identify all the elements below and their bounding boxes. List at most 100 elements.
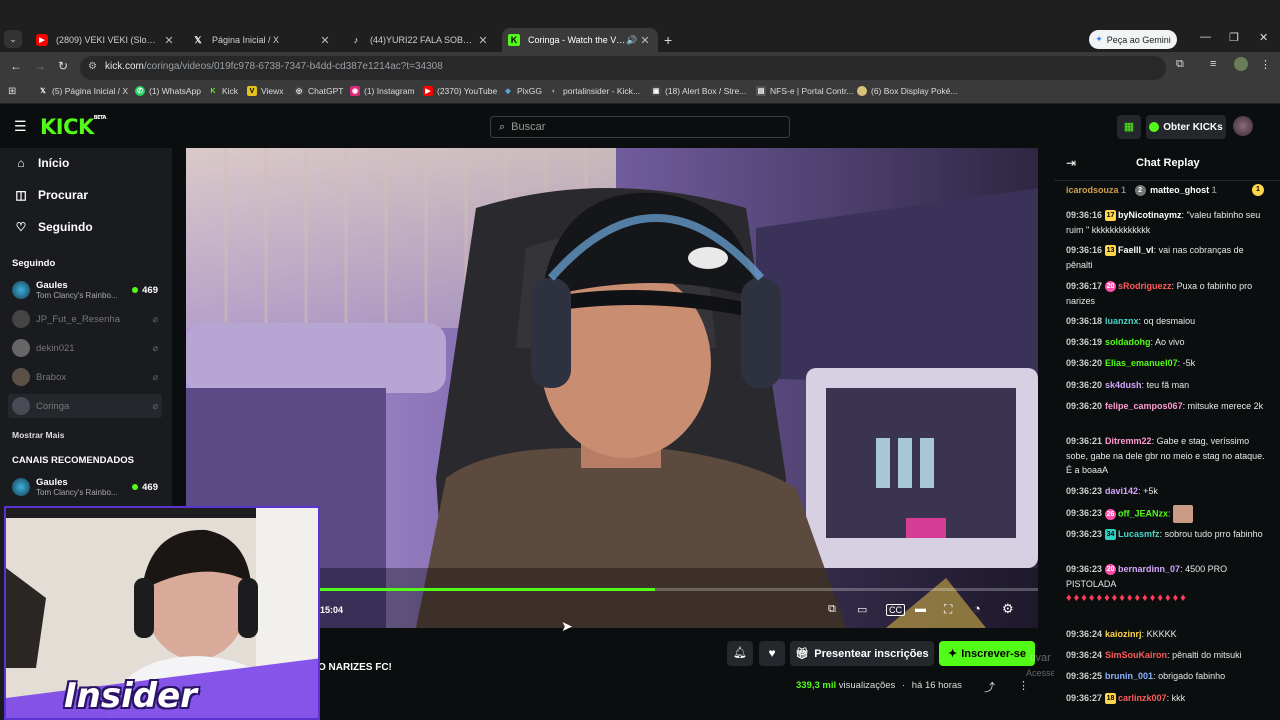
speaker-icon[interactable]: 🔊 xyxy=(626,35,638,46)
bookmark-kick[interactable]: K Kick xyxy=(208,86,238,96)
tab-x-home[interactable]: 𝕏 Página Inicial / X ✕ xyxy=(186,28,338,52)
chat-username[interactable]: luanznx xyxy=(1105,316,1139,326)
recommended-channel-gaules[interactable]: Gaules Tom Clancy's Rainbo... 469 xyxy=(12,475,162,499)
chat-username[interactable]: bernardinn_07 xyxy=(1118,564,1180,574)
chat-username[interactable]: sRodriguezz xyxy=(1118,281,1172,291)
chat-username[interactable]: kaiozinrj xyxy=(1105,629,1142,639)
tab-close-icon[interactable]: ✕ xyxy=(162,34,176,47)
minimize-button[interactable]: — xyxy=(1200,31,1211,43)
forward-icon[interactable]: → xyxy=(34,59,46,73)
kick-logo[interactable]: KICKBETA xyxy=(40,115,106,139)
home-icon: ⌂ xyxy=(17,156,25,170)
offline-icon: ⌀ xyxy=(152,342,158,353)
maximize-button[interactable]: ❐ xyxy=(1229,31,1239,44)
tab-kick-coringa[interactable]: K Coringa - Watch the VOD o 🔊 ✕ xyxy=(502,28,658,52)
gift-subs-button[interactable]: 🎁︎ Presentear inscrições xyxy=(790,641,934,666)
captions-icon[interactable]: CC xyxy=(886,604,905,616)
chat-text: -5k xyxy=(1182,358,1196,368)
url-text[interactable]: kick.com/coringa/videos/019fc978-6738-73… xyxy=(105,61,443,72)
tab-tiktok[interactable]: ♪ (44)YURI22 FALA SOBRE MURIL ✕ xyxy=(344,28,496,52)
channel-name: Brabox xyxy=(36,371,67,383)
tab-close-icon[interactable]: ✕ xyxy=(476,34,490,47)
chat-text: sobrou tudo prro fabinho xyxy=(1164,529,1263,539)
chat-title: Chat Replay xyxy=(1136,157,1200,169)
chat-username[interactable]: felipe_campos067 xyxy=(1105,401,1183,411)
following-channel-gaules[interactable]: Gaules Tom Clancy's Rainbo... 469 xyxy=(12,278,162,302)
live-viewers: 469 xyxy=(132,482,158,493)
chat-username[interactable]: SimSouKairon xyxy=(1105,650,1167,660)
tab-youtube[interactable]: ▶ (2809) VEKI VEKI (Slowed) - You ✕ xyxy=(30,28,182,52)
subscribe-button[interactable]: ✦ Inscrever-se xyxy=(939,641,1035,666)
bookmark-nfse[interactable]: ▤ NFS-e | Portal Contr... xyxy=(756,86,853,96)
clip-icon[interactable]: ▭ xyxy=(857,603,867,616)
site-info-icon[interactable]: ⚙ xyxy=(88,61,97,72)
chat-username[interactable]: davi142 xyxy=(1105,486,1138,496)
chat-username[interactable]: Faelll_vl xyxy=(1118,245,1154,255)
following-channel-coringa[interactable]: Coringa ⌀ xyxy=(8,394,162,418)
pip-icon[interactable]: ⧉ xyxy=(828,603,836,616)
apps-grid-icon[interactable]: ⊞ xyxy=(8,86,16,97)
hamburger-menu-icon[interactable]: ☰ xyxy=(14,118,27,135)
bookmark-x[interactable]: 𝕏 (5) Página Inicial / X xyxy=(38,86,128,96)
search-input[interactable]: ⌕ Buscar xyxy=(490,116,790,138)
nav-browse[interactable]: ◫ Procurar xyxy=(14,188,88,202)
bookmark-chatgpt[interactable]: ◎ ChatGPT xyxy=(294,86,343,96)
chat-username[interactable]: brunin_001 xyxy=(1105,671,1153,681)
following-channel-jp-fut[interactable]: JP_Fut_e_Resenha ⌀ xyxy=(12,307,162,331)
nav-home[interactable]: ⌂ Início xyxy=(14,156,69,170)
menu-kebab-icon[interactable]: ⋮ xyxy=(1260,58,1271,71)
following-channel-dekin[interactable]: dekin021 ⌀ xyxy=(12,336,162,360)
bookmark-instagram[interactable]: ◉ (1) Instagram xyxy=(350,86,415,96)
bookmark-whatsapp[interactable]: ✆ (1) WhatsApp xyxy=(135,86,201,96)
reading-list-icon[interactable]: ≡ xyxy=(1210,58,1216,70)
collapse-chat-icon[interactable]: ⇥ xyxy=(1066,156,1076,170)
follow-heart-button[interactable]: ♥ xyxy=(759,641,785,666)
theater-mode-icon[interactable]: ▬ xyxy=(915,603,926,615)
following-channel-brabox[interactable]: Brabox ⌀ xyxy=(12,365,162,389)
notification-bell-button[interactable]: 🔔︎ xyxy=(727,641,753,666)
gemini-button[interactable]: ✦ Peça ao Gemini xyxy=(1089,30,1177,49)
chat-username[interactable]: sk4dush xyxy=(1105,380,1142,390)
new-tab-button[interactable]: + xyxy=(664,32,672,48)
chat-username[interactable]: off_JEANzx xyxy=(1118,508,1168,518)
webcam-overlay: Insider xyxy=(4,506,320,720)
chat-text: +5k xyxy=(1143,486,1158,496)
chat-username[interactable]: carlinzk007 xyxy=(1118,693,1167,703)
channel-name: JP_Fut_e_Resenha xyxy=(36,313,120,325)
chat-username[interactable]: Ditremm22 xyxy=(1105,436,1152,446)
tab-search-button[interactable]: ⌄ xyxy=(4,30,22,48)
user-avatar[interactable] xyxy=(1233,116,1253,136)
bookmark-pixgg[interactable]: ◆ PixGG xyxy=(503,86,542,96)
nav-following[interactable]: ♡ Seguindo xyxy=(14,220,93,234)
bookmark-youtube[interactable]: ▶ (2370) YouTube xyxy=(423,86,497,96)
pokeball-icon xyxy=(857,86,867,96)
more-options-icon[interactable]: ⋮ xyxy=(1018,679,1029,692)
kick-rewards-icon[interactable]: ▦ xyxy=(1117,115,1141,139)
back-icon[interactable]: ← xyxy=(10,59,22,73)
chat-username[interactable]: soldadohg xyxy=(1105,337,1151,347)
show-more-link[interactable]: Mostrar Mais xyxy=(12,430,64,440)
chat-message: 09:36:19 soldadohg: Ao vivo xyxy=(1066,335,1266,350)
extensions-icon[interactable]: ⧉ xyxy=(1176,58,1184,71)
profile-avatar[interactable] xyxy=(1234,57,1248,71)
tab-close-icon[interactable]: ✕ xyxy=(318,34,332,47)
bookmark-portalinsider[interactable]: ◐ portalinsider - Kick... xyxy=(549,86,640,96)
bookmark-viewx[interactable]: V Viewx xyxy=(247,86,284,96)
close-window-button[interactable]: ✕ xyxy=(1259,31,1268,44)
bookmark-boxdisplay[interactable]: (6) Box Display Poké... xyxy=(857,86,957,96)
live-viewers: 469 xyxy=(132,285,158,296)
bookmark-alertbox[interactable]: ▣ (18) Alert Box / Stre... xyxy=(651,86,746,96)
tab-close-icon[interactable]: ✕ xyxy=(638,34,652,47)
chat-message: 09:36:20 sk4dush: teu fã man xyxy=(1066,378,1266,393)
playback-speed-icon[interactable]: ◔ xyxy=(973,601,981,616)
chat-username[interactable]: Elias_emanuel07 xyxy=(1105,358,1178,368)
get-kicks-button[interactable]: Obter KICKs xyxy=(1146,115,1226,139)
settings-gear-icon[interactable]: ⚙ xyxy=(1002,601,1014,617)
chat-username[interactable]: byNicotinaymz xyxy=(1118,210,1182,220)
chat-text: mitsuke merece 2k xyxy=(1187,401,1264,411)
reload-icon[interactable]: ↻ xyxy=(58,59,68,73)
share-icon[interactable]: ⤴ xyxy=(984,679,995,695)
chat-username[interactable]: Lucasmfz xyxy=(1118,529,1160,539)
gifter-more-badge[interactable]: 1 xyxy=(1252,184,1264,196)
fullscreen-icon[interactable]: ⛶ xyxy=(944,602,952,617)
